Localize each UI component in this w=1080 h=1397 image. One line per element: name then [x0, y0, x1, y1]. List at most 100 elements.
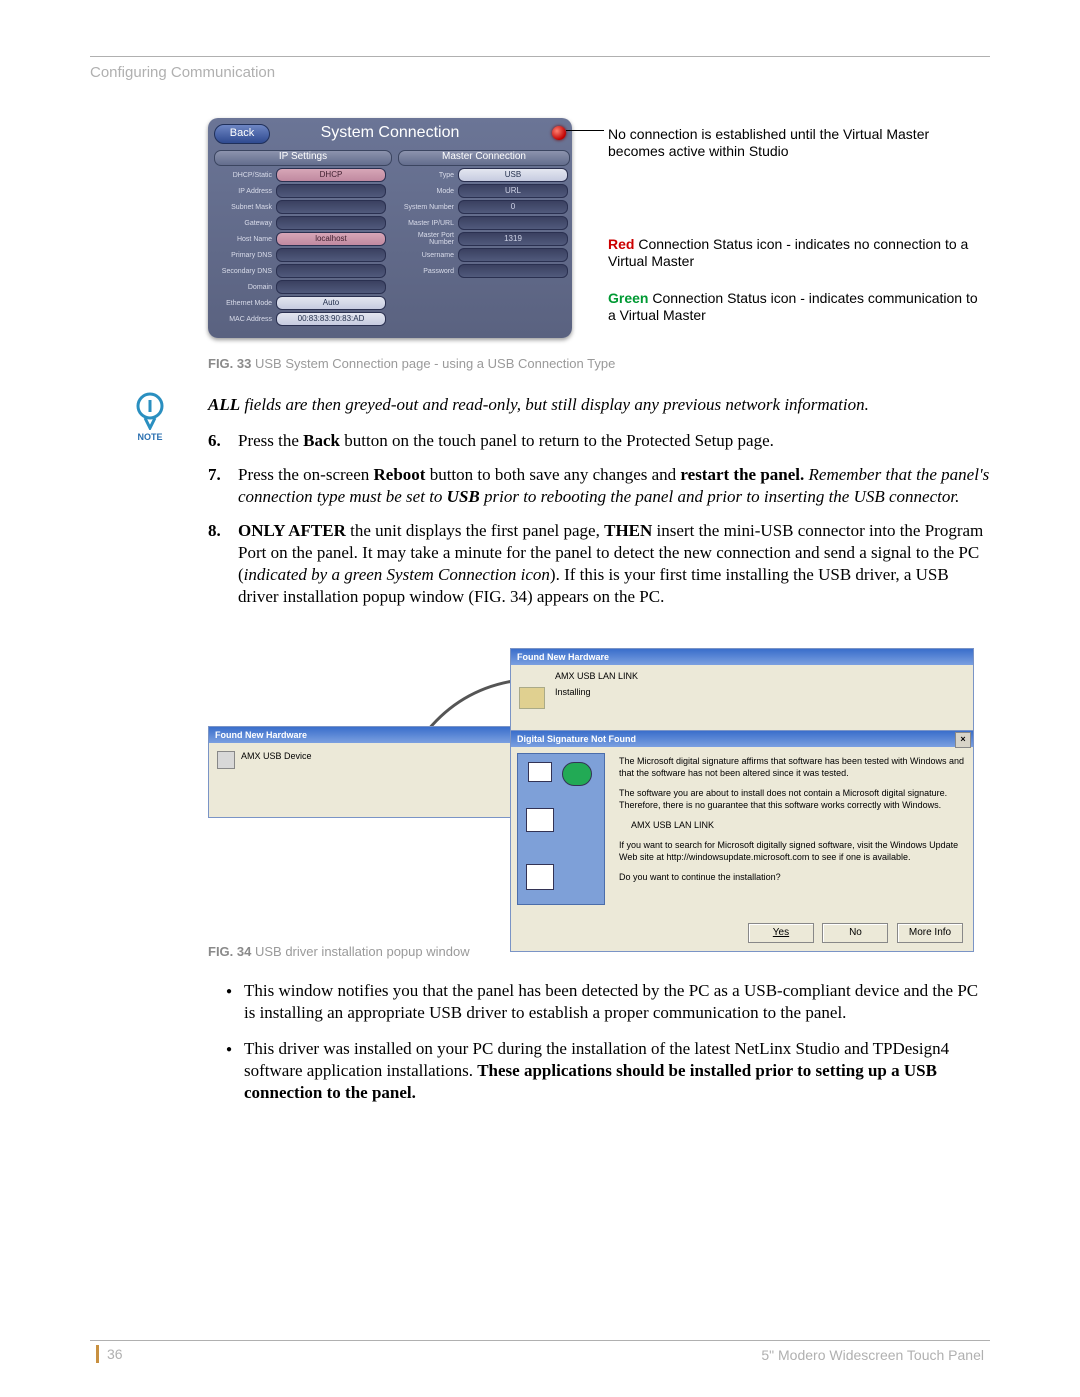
no-button[interactable]: No [822, 923, 888, 943]
bullet-list: This window notifies you that the panel … [208, 972, 990, 1118]
digital-signature-dialog: Digital Signature Not Found × The Micros… [510, 730, 974, 952]
step-6: 6.Press the Back button on the touch pan… [208, 430, 990, 452]
field-value[interactable]: 00:83:83:90:83:AD [276, 312, 386, 326]
page-number: 36 [96, 1345, 123, 1363]
manual-title: 5" Modero Widescreen Touch Panel [761, 1347, 984, 1363]
field-label: Ethernet Mode [212, 300, 272, 307]
field-value[interactable] [458, 216, 568, 230]
dsn-p2: The software you are about to install do… [619, 787, 965, 811]
field-value[interactable] [276, 216, 386, 230]
field-label: Domain [212, 284, 272, 291]
note-label: NOTE [130, 432, 170, 442]
device-icon [217, 751, 235, 769]
field-label: DHCP/Static [212, 172, 272, 179]
field-value[interactable]: Auto [276, 296, 386, 310]
panel-title: System Connection [321, 124, 460, 142]
field-row: Primary DNS [212, 248, 386, 261]
back-button[interactable]: Back [214, 124, 270, 144]
field-row: Secondary DNS [212, 264, 386, 277]
field-label: Master IP/URL [394, 220, 454, 227]
field-row: DHCP/Static DHCP [212, 168, 386, 181]
field-value[interactable]: 0 [458, 200, 568, 214]
field-label: Secondary DNS [212, 268, 272, 275]
dsn-p3: If you want to search for Microsoft digi… [619, 839, 965, 863]
field-label: Username [394, 252, 454, 259]
fnh2-title: Found New Hardware [511, 649, 973, 665]
field-value[interactable] [276, 264, 386, 278]
body-text: ALL fields are then greyed-out and read-… [208, 394, 990, 620]
figure-34-caption: FIG. 34 USB driver installation popup wi… [208, 944, 470, 959]
field-value[interactable] [458, 248, 568, 262]
ip-settings-header: IP Settings [214, 150, 392, 166]
field-value[interactable] [276, 184, 386, 198]
note-icon: NOTE [130, 392, 170, 442]
device-icon [519, 687, 545, 709]
dsn-title: Digital Signature Not Found × [511, 731, 973, 747]
close-icon[interactable]: × [955, 732, 971, 748]
field-row: IP Address [212, 184, 386, 197]
step-7: 7.Press the on-screen Reboot button to b… [208, 464, 990, 508]
field-row: Gateway [212, 216, 386, 229]
field-value[interactable] [458, 264, 568, 278]
field-label: Type [394, 172, 454, 179]
dsn-device: AMX USB LAN LINK [631, 819, 965, 831]
dsn-question: Do you want to continue the installation… [619, 871, 965, 883]
figure-33: Back System Connection IP Settings Maste… [208, 118, 978, 338]
fnh1-title: Found New Hardware [209, 727, 511, 743]
bullet-1: This window notifies you that the panel … [208, 980, 990, 1024]
dsn-p1: The Microsoft digital signature affirms … [619, 755, 965, 779]
connection-status-icon [552, 126, 566, 140]
field-row: MAC Address 00:83:83:90:83:AD [212, 312, 386, 325]
fnh1-device: AMX USB Device [241, 751, 312, 761]
more-info-button[interactable]: More Info [897, 923, 963, 943]
found-new-hardware-balloon-1: Found New Hardware AMX USB Device [208, 726, 512, 818]
field-row: Host Name localhost [212, 232, 386, 245]
field-label: System Number [394, 204, 454, 211]
field-value[interactable] [276, 200, 386, 214]
field-label: Gateway [212, 220, 272, 227]
field-value[interactable] [276, 248, 386, 262]
field-label: Master Port Number [394, 232, 454, 246]
field-label: MAC Address [212, 316, 272, 323]
field-row: Username [394, 248, 568, 261]
field-label: Host Name [212, 236, 272, 243]
field-label: IP Address [212, 188, 272, 195]
callout-no-connection: No connection is established until the V… [608, 126, 988, 160]
bullet-2: This driver was installed on your PC dur… [208, 1038, 990, 1104]
master-connection-header: Master Connection [398, 150, 570, 166]
field-value[interactable] [276, 280, 386, 294]
field-value[interactable]: 1319 [458, 232, 568, 246]
field-row: Subnet Mask [212, 200, 386, 213]
field-label: Mode [394, 188, 454, 195]
system-connection-panel: Back System Connection IP Settings Maste… [208, 118, 572, 338]
callout-green: Green Connection Status icon - indicates… [608, 290, 988, 324]
fnh2-status: Installing [555, 687, 967, 697]
field-label: Password [394, 268, 454, 275]
callout-red: Red Connection Status icon - indicates n… [608, 236, 988, 270]
field-row: Ethernet Mode Auto [212, 296, 386, 309]
green-label: Green [608, 290, 648, 306]
field-row: Password [394, 264, 568, 277]
field-row: Type USB [394, 168, 568, 181]
field-row: System Number 0 [394, 200, 568, 213]
footer-rule [90, 1340, 990, 1341]
field-row: Master IP/URL [394, 216, 568, 229]
field-label: Primary DNS [212, 252, 272, 259]
field-label: Subnet Mask [212, 204, 272, 211]
field-row: Mode URL [394, 184, 568, 197]
field-value[interactable]: USB [458, 168, 568, 182]
red-label: Red [608, 236, 634, 252]
callout-line [566, 130, 604, 131]
figure-33-caption: FIG. 33 USB System Connection page - usi… [208, 356, 615, 371]
header-rule [90, 56, 990, 57]
found-new-hardware-balloon-2: Found New Hardware AMX USB LAN LINK Inst… [510, 648, 974, 738]
step-8: 8.ONLY AFTER the unit displays the first… [208, 520, 990, 608]
field-row: Domain [212, 280, 386, 293]
fnh2-device: AMX USB LAN LINK [555, 671, 967, 681]
chapter-title: Configuring Communication [90, 64, 275, 81]
field-value[interactable]: DHCP [276, 168, 386, 182]
field-value[interactable]: localhost [276, 232, 386, 246]
yes-button[interactable]: Yes [748, 923, 814, 943]
field-value[interactable]: URL [458, 184, 568, 198]
wizard-graphic [517, 753, 605, 905]
